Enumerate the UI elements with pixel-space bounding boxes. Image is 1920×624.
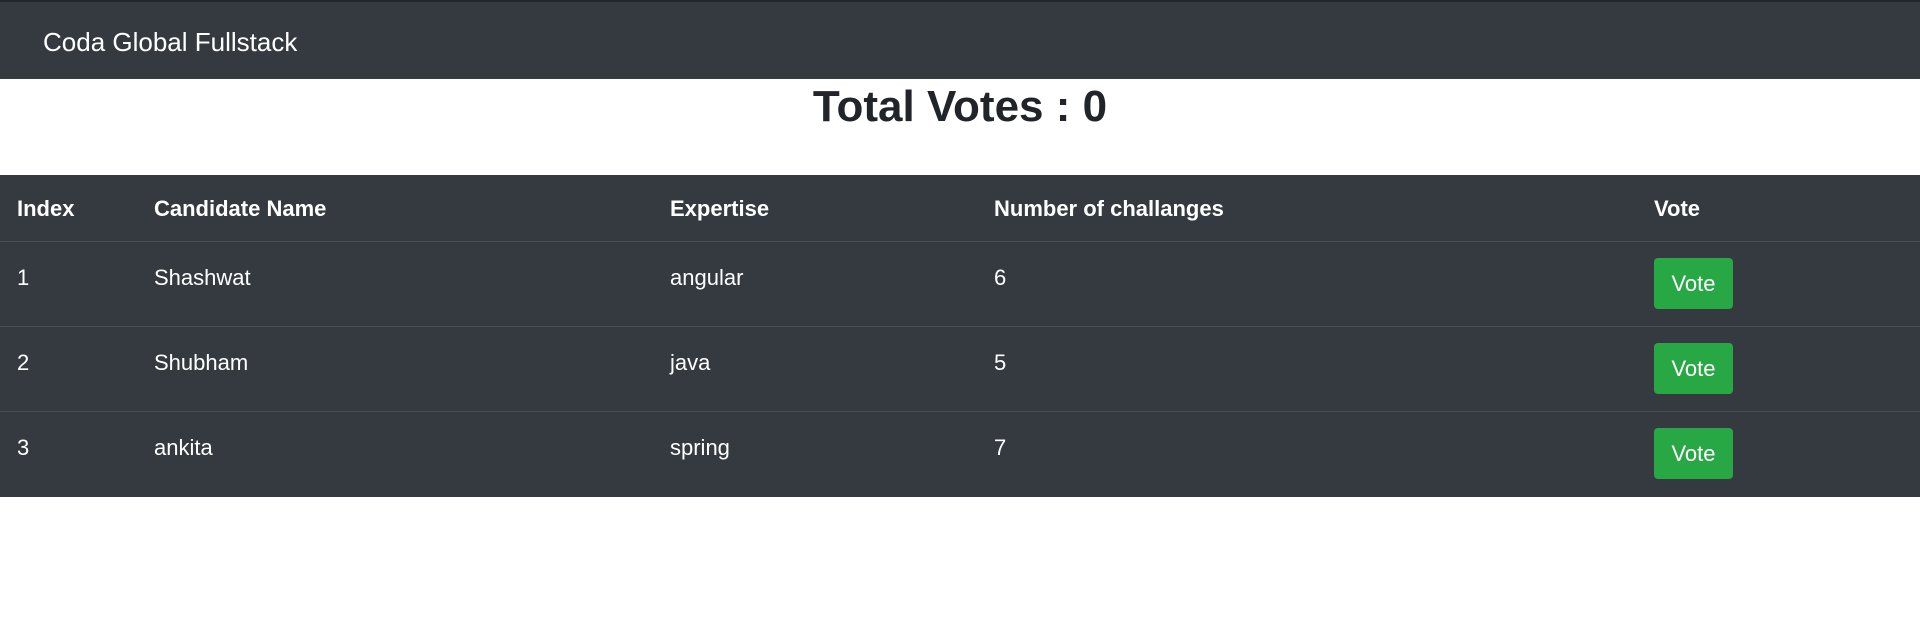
cell-candidate-name: ankita (154, 434, 213, 460)
table-row: 1 Shashwat angular 6 Vote (0, 241, 1920, 326)
navbar: Coda Global Fullstack (0, 0, 1920, 79)
vote-button[interactable]: Vote (1654, 257, 1733, 309)
table-row: 3 ankita spring 7 Vote (0, 411, 1920, 496)
cell-challenges: 6 (994, 264, 1007, 290)
cell-index: 2 (17, 349, 30, 375)
cell-challenges: 7 (994, 434, 1007, 460)
cell-challenges: 5 (994, 349, 1007, 375)
cell-index: 1 (17, 264, 30, 290)
candidates-table: Index Candidate Name Expertise Number of… (0, 175, 1920, 496)
cell-vote: Vote (1637, 411, 1920, 496)
cell-expertise: java (670, 349, 711, 375)
table-row: 2 Shubham java 5 Vote (0, 326, 1920, 411)
table-header-row: Index Candidate Name Expertise Number of… (0, 175, 1920, 242)
vote-button[interactable]: Vote (1654, 342, 1733, 394)
header-number-of-challenges: Number of challanges (977, 175, 1637, 242)
header-vote: Vote (1637, 175, 1920, 242)
cell-expertise: angular (670, 264, 744, 290)
cell-index: 3 (17, 434, 30, 460)
total-votes-heading: Total Votes : 0 (812, 82, 1108, 131)
cell-vote: Vote (1637, 326, 1920, 411)
cell-vote: Vote (1637, 241, 1920, 326)
header-expertise: Expertise (653, 175, 977, 242)
navbar-brand[interactable]: Coda Global Fullstack (43, 26, 297, 58)
candidates-table-container: Index Candidate Name Expertise Number of… (0, 175, 1920, 497)
header-index: Index (0, 175, 137, 242)
vote-button[interactable]: Vote (1654, 427, 1733, 479)
cell-candidate-name: Shubham (154, 349, 249, 375)
header-candidate-name: Candidate Name (137, 175, 653, 242)
cell-expertise: spring (670, 434, 730, 460)
cell-candidate-name: Shashwat (154, 264, 251, 290)
